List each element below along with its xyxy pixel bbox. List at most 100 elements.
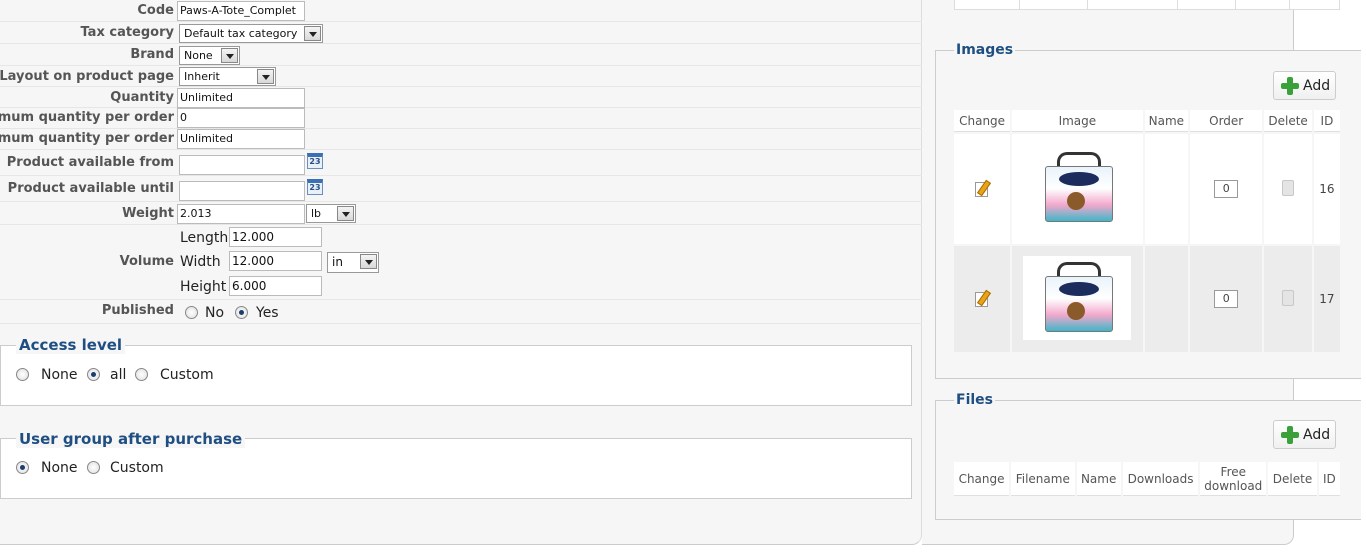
chevron-down-icon [257,69,274,84]
length-input[interactable]: 12.000 [229,227,322,247]
add-image-button[interactable]: Add [1273,71,1336,100]
col-id: ID [1313,110,1340,132]
product-form-panel: Code Paws-A-Tote_Complet Tax category De… [0,0,922,545]
published-no-radio[interactable] [185,306,198,319]
width-input[interactable]: 12.000 [229,251,322,271]
product-image [1023,145,1132,230]
col-change: Change [954,462,1010,496]
table-row: 0 17 [954,246,1340,352]
table-row: 0 16 [954,134,1340,244]
user-group-none-radio[interactable] [16,461,29,474]
product-image [1023,255,1132,340]
col-delete: Delete [1268,462,1317,496]
image-cell [1012,246,1143,352]
row-divider [0,21,922,22]
brand-select[interactable]: None [179,46,240,65]
chevron-down-icon [360,254,377,269]
available-from-label: Product available from [6,155,174,170]
published-yes-label: Yes [256,305,279,321]
row-divider [0,323,922,324]
layout-label: Layout on product page [0,69,174,84]
access-level-legend: Access level [16,336,126,354]
available-until-input[interactable] [179,181,305,201]
row-divider [0,107,922,108]
published-no-label: No [205,305,225,321]
add-image-label: Add [1303,78,1331,94]
col-downloads: Downloads [1122,462,1199,496]
available-from-input[interactable] [179,155,305,175]
tax-category-value: Default tax category [184,27,298,40]
row-divider [0,299,922,300]
name-cell [1144,246,1189,352]
row-divider [0,128,922,129]
user-group-custom-label: Custom [110,460,164,476]
order-input[interactable]: 0 [1214,290,1239,308]
name-cell [1144,134,1189,244]
layout-value: Inherit [184,70,220,83]
trash-icon[interactable] [1282,179,1295,196]
brand-value: None [184,49,213,62]
access-custom-radio[interactable] [135,368,148,381]
user-group-custom-radio[interactable] [87,461,100,474]
tax-category-label: Tax category [80,25,174,40]
col-filename: Filename [1011,462,1075,496]
row-divider [0,86,922,87]
code-input[interactable]: Paws-A-Tote_Complet [177,1,305,21]
image-cell [1012,134,1143,244]
available-until-label: Product available until [7,181,174,196]
add-icon [1281,426,1299,444]
images-table: Change Image Name Order Delete ID 0 16 0… [952,108,1342,354]
images-legend: Images [954,42,1016,58]
tax-category-select[interactable]: Default tax category [179,24,323,43]
volume-unit-select[interactable]: in [327,252,379,273]
col-delete: Delete [1264,110,1312,132]
access-all-radio[interactable] [87,368,100,381]
row-divider [0,224,922,225]
width-label: Width [180,254,221,270]
change-cell [954,246,1011,352]
length-label: Length [180,230,229,246]
quantity-label: Quantity [110,90,174,105]
trash-icon[interactable] [1282,289,1295,306]
row-divider [0,149,922,150]
col-order: Order [1190,110,1263,132]
quantity-input[interactable]: Unlimited [177,88,305,108]
delete-cell [1264,246,1312,352]
weight-unit-select[interactable]: lb [306,204,356,223]
access-none-radio[interactable] [16,368,29,381]
col-id: ID [1318,462,1340,496]
table-header-row: Change Filename Name Downloads Free down… [954,462,1340,496]
order-cell: 0 [1190,134,1263,244]
edit-icon[interactable] [974,290,990,307]
access-all-label: all [110,367,127,383]
files-legend: Files [954,392,995,408]
height-input[interactable]: 6.000 [229,276,322,296]
volume-unit-value: in [332,255,343,269]
add-file-button[interactable]: Add [1273,420,1336,449]
id-cell: 17 [1313,246,1340,352]
edit-icon[interactable] [974,180,990,197]
files-table: Change Filename Name Downloads Free down… [952,460,1342,498]
row-divider [0,43,922,44]
user-group-none-label: None [41,460,78,476]
access-custom-label: Custom [160,367,214,383]
col-name: Name [1144,110,1189,132]
min-quantity-input[interactable]: 0 [177,108,305,128]
max-quantity-label: aximum quantity per order [0,131,174,146]
calendar-icon[interactable]: 23 [307,153,323,169]
volume-label: Volume [119,254,174,269]
weight-input[interactable]: 2.013 [177,204,305,224]
max-quantity-input[interactable]: Unlimited [177,129,305,149]
calendar-icon[interactable]: 23 [307,179,323,195]
order-cell: 0 [1190,246,1263,352]
order-input[interactable]: 0 [1214,180,1239,198]
chevron-down-icon [337,206,354,221]
previous-table-bottom [954,0,1340,10]
layout-select[interactable]: Inherit [179,67,276,86]
published-yes-radio[interactable] [235,306,248,319]
chevron-down-icon [304,26,321,41]
delete-cell [1264,134,1312,244]
col-name: Name [1076,462,1121,496]
access-none-label: None [41,367,78,383]
id-cell: 16 [1313,134,1340,244]
